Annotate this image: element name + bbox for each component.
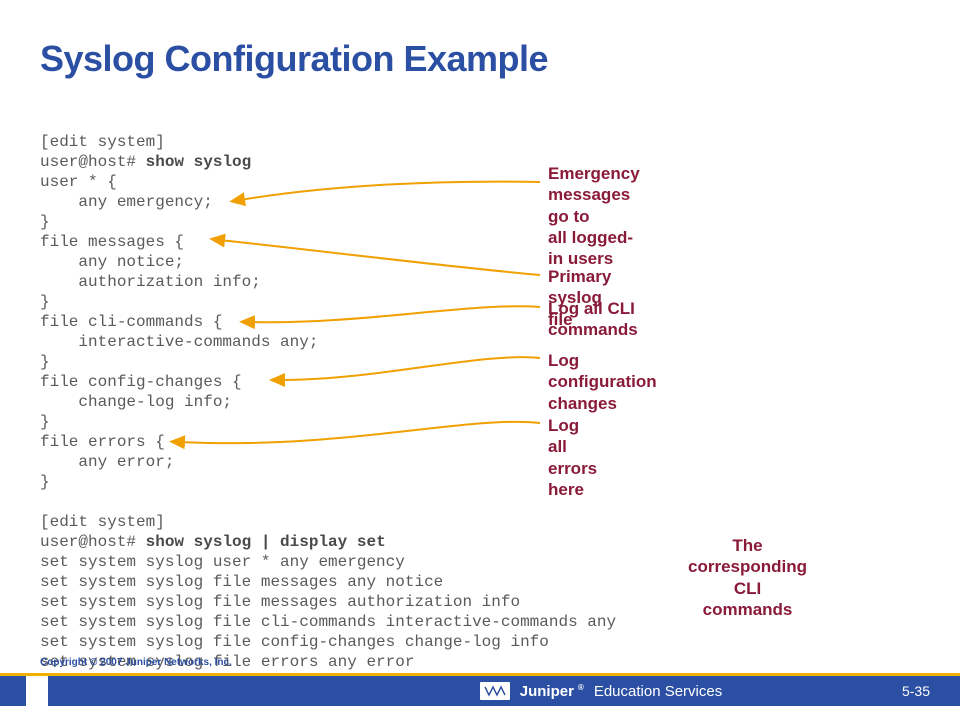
- code-line: set system syslog file config-changes ch…: [40, 633, 549, 651]
- code-line: user * {: [40, 173, 117, 191]
- code-line: file cli-commands {: [40, 313, 222, 331]
- code-line: set system syslog user * any emergency: [40, 553, 405, 571]
- callout-cli-equiv: The corresponding CLIcommands: [688, 535, 807, 620]
- callout-errors: Log all errors here: [548, 415, 597, 500]
- code-line: }: [40, 213, 50, 231]
- juniper-logo-icon: [480, 682, 510, 700]
- code-line: any error;: [40, 453, 174, 471]
- brand-name: Juniper®: [520, 683, 584, 700]
- code-line: }: [40, 413, 50, 431]
- code-line: [edit system]: [40, 513, 165, 531]
- code-line: }: [40, 353, 50, 371]
- footer-label: Education Services: [594, 683, 722, 700]
- code-line: set system syslog file messages any noti…: [40, 573, 443, 591]
- code-line: }: [40, 473, 50, 491]
- code-line: set system syslog file cli-commands inte…: [40, 613, 616, 631]
- callout-emergency: Emergency messages go toall logged-in us…: [548, 163, 640, 269]
- code-line: }: [40, 293, 50, 311]
- code-line: interactive-commands any;: [40, 333, 318, 351]
- code-line: user@host# show syslog | display set: [40, 533, 386, 551]
- callout-cli-commands: Log all CLI commands: [548, 298, 638, 341]
- code-line: authorization info;: [40, 273, 261, 291]
- code-line: file errors {: [40, 433, 165, 451]
- code-line: any emergency;: [40, 193, 213, 211]
- code-line: set system syslog file messages authoriz…: [40, 593, 520, 611]
- footer-notch: [26, 676, 48, 706]
- code-line: any notice;: [40, 253, 184, 271]
- code-line: [edit system]: [40, 133, 165, 151]
- page-title: Syslog Configuration Example: [40, 38, 548, 80]
- footer-bar: Juniper® Education Services 5-35: [0, 676, 960, 706]
- code-line: user@host# show syslog: [40, 153, 251, 171]
- slide: Syslog Configuration Example [edit syste…: [0, 0, 960, 720]
- copyright-text: Copyright © 2007 Juniper Networks, Inc.: [40, 657, 232, 668]
- code-line: file messages {: [40, 233, 184, 251]
- code-line: file config-changes {: [40, 373, 242, 391]
- code-block: [edit system] user@host# show syslog use…: [40, 132, 616, 672]
- callout-config-changes: Log configuration changes: [548, 350, 657, 414]
- page-number: 5-35: [902, 683, 960, 699]
- code-line: change-log info;: [40, 393, 232, 411]
